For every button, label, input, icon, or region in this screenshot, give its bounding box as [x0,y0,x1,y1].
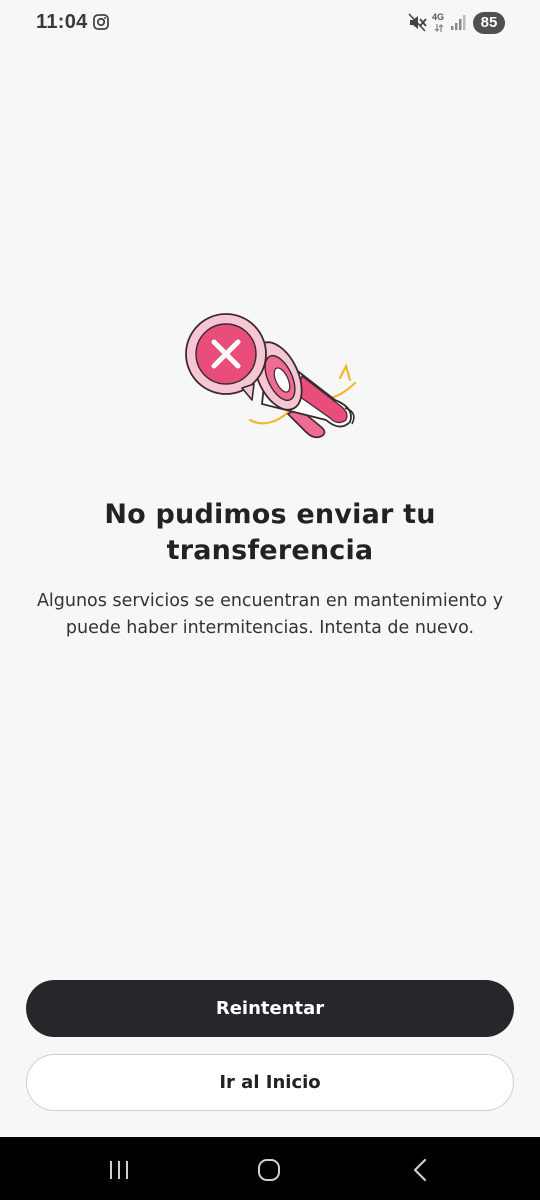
page-title: No pudimos enviar tu transferencia [104,499,436,566]
network-label: 4G [432,12,445,22]
retry-button-label: Reintentar [215,998,325,1019]
data-arrows-icon [434,24,444,32]
go-home-button[interactable]: Ir al Inicio [26,1054,514,1111]
mute-icon [408,13,427,32]
go-home-button-label: Ir al Inicio [219,1072,321,1093]
back-icon[interactable] [411,1158,429,1182]
status-bar: 11:04 4G 85 [0,0,540,46]
status-time: 11:04 [36,11,88,33]
battery-icon: 85 [473,12,505,34]
retry-button[interactable]: Reintentar [26,980,514,1037]
error-message: Algunos servicios se encuentran en mante… [36,591,504,638]
spark-decoration [338,362,352,382]
battery-level: 85 [480,14,498,31]
4g-icon: 4G [431,12,447,34]
error-x-icon [185,313,267,401]
navigation-bar [0,1137,540,1200]
instagram-icon [93,14,109,30]
home-icon[interactable] [257,1158,281,1182]
error-illustration [185,313,357,439]
signal-icon [451,15,466,30]
recents-icon[interactable] [108,1159,130,1181]
